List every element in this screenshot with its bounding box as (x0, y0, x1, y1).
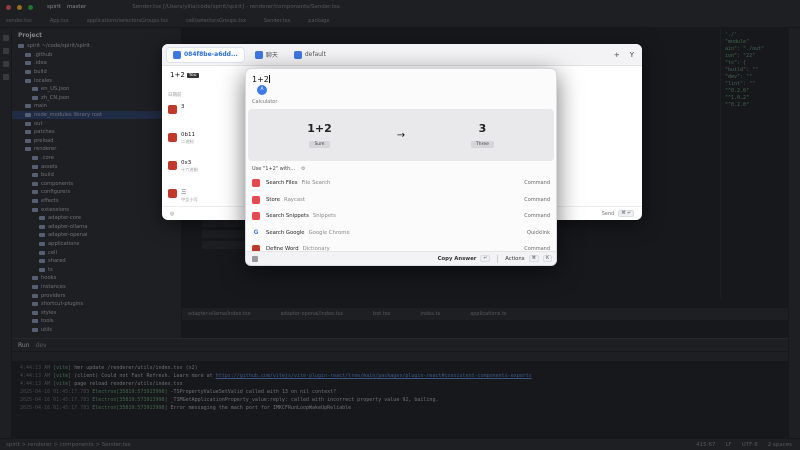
filter-icon[interactable]: Y (630, 51, 634, 59)
raycast-result-subtitle: File Search (301, 180, 331, 187)
calc-output-label: Three (471, 141, 494, 148)
result-title: 3 (181, 104, 185, 110)
raycast-result-title: Search Snippets (266, 213, 309, 220)
calc-input-label: Sum (309, 141, 330, 148)
raycast-footer: Copy Answer ↵ Actions ⌘ K (246, 251, 556, 265)
gear-icon: ⚙ (301, 166, 306, 172)
chat-tab[interactable]: default (288, 47, 332, 63)
settings-icon[interactable]: ◎ (170, 211, 174, 217)
chat-tab-label: default (304, 51, 326, 58)
use-with-label: Use "1+2" with... (252, 166, 296, 172)
raycast-result-subtitle: Google Chrome (308, 229, 350, 236)
chat-input-text: 1+2 (170, 71, 185, 79)
raycast-result-subtitle: Snippets (312, 213, 336, 220)
google-icon: G (252, 228, 260, 237)
chat-tab[interactable]: 084f8be-a6dd... (166, 46, 245, 63)
send-shortcut: ⌘ ↵ (618, 210, 634, 217)
chat-tab-icon (254, 50, 263, 59)
raycast-result-row[interactable]: Search Files File Search Command (246, 175, 556, 192)
add-tab-button[interactable]: + (614, 51, 620, 59)
raycast-result-kind: Command (524, 196, 550, 203)
raycast-result-title: Store (266, 196, 280, 203)
calc-input: 1+2 (307, 122, 332, 135)
text-caret (268, 75, 270, 83)
raycast-result-kind: Quicklink (527, 229, 550, 236)
raycast-result-row[interactable]: Search Snippets Snippets Command (246, 208, 556, 225)
calc-output: 3 (478, 122, 487, 135)
result-icon (168, 161, 177, 170)
copy-shortcut: ↵ (480, 255, 491, 262)
raycast-search-bar[interactable]: 1+2 A (246, 69, 556, 99)
result-title: 三 (181, 190, 187, 196)
footer-divider (497, 254, 499, 263)
chat-tab-bar: 084f8be-a6dd... 聊天 default + Y (162, 44, 642, 66)
result-subtitle: 十六进制 (181, 167, 198, 172)
result-subtitle: 中文小写 (181, 197, 198, 202)
use-with-row[interactable]: Use "1+2" with... ⚙ (246, 163, 556, 175)
result-item[interactable]: 0x3 十六进制 (168, 160, 252, 188)
result-list: 日期前 3 0b11 二进制 0x3 十六进制三中文小写 (162, 86, 252, 206)
result-subtitle: 二进制 (181, 139, 194, 144)
chat-tab-label: 聊天 (265, 52, 278, 59)
command-icon (252, 212, 260, 221)
chat-tab[interactable]: 聊天 (249, 47, 284, 63)
raycast-result-title: Search Google (266, 229, 305, 236)
result-list-header: 日期前 (168, 93, 182, 98)
actions-button[interactable]: Actions (505, 256, 524, 262)
command-icon (252, 179, 260, 188)
calculator-result[interactable]: 1+2 Sum → 3 Three (248, 109, 554, 161)
chat-tab-icon (173, 50, 181, 59)
raycast-query[interactable]: 1+2 (252, 75, 269, 84)
copy-answer-button[interactable]: Copy Answer (438, 256, 477, 262)
ai-icon[interactable]: A (257, 85, 267, 95)
raycast-result-kind: Command (524, 213, 550, 220)
actions-shortcut-k: K (543, 255, 552, 262)
raycast-results: Search Files File Search Command Store Rayca… (246, 175, 556, 258)
chat-tab-icon (293, 50, 302, 59)
raycast-result-row[interactable]: G Search Google Google Chrome Quicklink (246, 225, 556, 242)
result-icon (168, 105, 177, 114)
chat-tabs: 084f8be-a6dd... 聊天 default (166, 46, 332, 63)
section-calculator: Calculator (252, 99, 278, 105)
result-title: 0b11 (181, 132, 195, 138)
result-icon (168, 189, 177, 198)
arrow-right-icon: → (396, 129, 406, 141)
command-icon (252, 195, 260, 204)
actions-shortcut-cmd: ⌘ (528, 255, 540, 262)
raycast-result-row[interactable]: Store Raycast Command (246, 192, 556, 209)
raycast-logo-icon (252, 255, 258, 262)
raycast-panel: 1+2 A Calculator 1+2 Sum → 3 Three Use "… (245, 68, 557, 266)
result-icon (168, 133, 177, 142)
you-badge: You (186, 72, 199, 78)
chat-tab-label: 084f8be-a6dd... (184, 51, 238, 58)
raycast-result-subtitle: Raycast (284, 196, 305, 203)
raycast-result-title: Search Files (266, 180, 298, 187)
result-item[interactable]: 0b11 二进制 (168, 132, 252, 160)
raycast-result-kind: Command (524, 180, 550, 187)
result-item[interactable]: 3 (168, 104, 252, 132)
send-button[interactable]: Send (602, 211, 615, 217)
result-title: 0x3 (181, 160, 192, 166)
